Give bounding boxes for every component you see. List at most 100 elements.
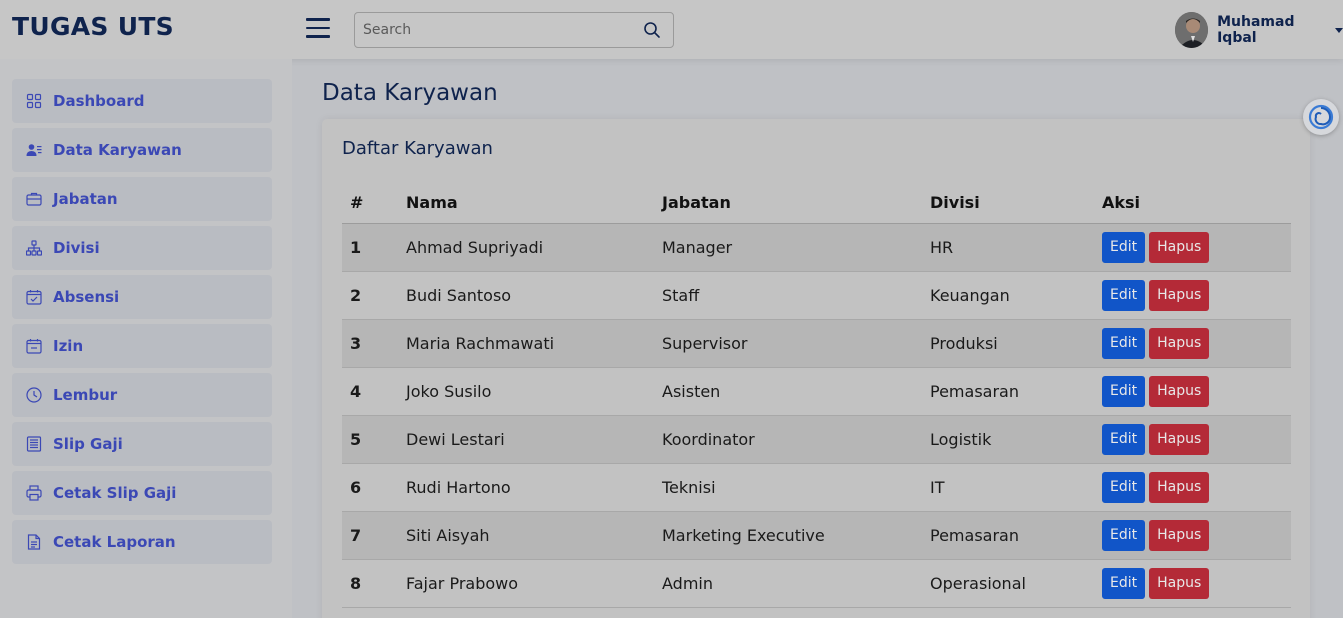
sidebar-item-divisi[interactable]: Divisi (12, 226, 272, 270)
edit-button[interactable]: Edit (1102, 375, 1146, 407)
document-icon (27, 534, 41, 550)
printer-icon (26, 485, 42, 501)
row-actions: Edit Hapus (1094, 511, 1291, 560)
chevron-down-icon (1335, 27, 1343, 33)
table-row: 7 Siti Aisyah Marketing Executive Pemasaran… (342, 511, 1291, 560)
column-header-nama: Nama (398, 182, 654, 224)
sidebar-item-label: Dashboard (53, 92, 145, 110)
row-number: 2 (342, 271, 398, 320)
row-actions: Edit Hapus (1094, 559, 1291, 608)
card-title: Daftar Karyawan (342, 138, 493, 159)
sidebar-item-label: Jabatan (53, 190, 118, 208)
edit-button[interactable]: Edit (1102, 567, 1146, 599)
row-number: 6 (342, 463, 398, 512)
sidebar-item-label: Izin (53, 337, 84, 355)
user-name: Muhamad Iqbal (1217, 14, 1295, 46)
grid-icon (26, 93, 42, 109)
column-header-divisi: Divisi (922, 182, 1094, 224)
search-bar (354, 12, 674, 48)
sidebar-item-data-karyawan[interactable]: Data Karyawan (12, 128, 272, 172)
receipt-icon (26, 436, 42, 452)
sidebar-item-label: Slip Gaji (53, 435, 123, 453)
table-row: 4 Joko Susilo Asisten Pemasaran Edit Hapus (342, 367, 1291, 416)
table-row: 3 Maria Rachmawati Supervisor Produksi Edit H… (342, 319, 1291, 368)
employee-division: Operasional (922, 559, 1094, 608)
assistant-float-button[interactable] (1303, 99, 1339, 135)
column-header-number: # (342, 182, 398, 224)
delete-button[interactable]: Hapus (1149, 375, 1210, 407)
sidebar-item-absensi[interactable]: Absensi (12, 275, 272, 319)
employee-division: Pemasaran (922, 511, 1094, 560)
employee-position: Teknisi (654, 463, 922, 512)
app-logo[interactable]: TUGAS UTS (12, 12, 174, 41)
employee-division: Produksi (922, 319, 1094, 368)
delete-button[interactable]: Hapus (1149, 423, 1210, 455)
row-number: 3 (342, 319, 398, 368)
edit-button[interactable]: Edit (1102, 471, 1146, 503)
employee-position: Koordinator (654, 415, 922, 464)
employee-position: Marketing Executive (654, 511, 922, 560)
employee-division: HR (922, 223, 1094, 272)
spiral-icon (1308, 104, 1334, 130)
sidebar-item-label: Absensi (53, 288, 120, 306)
row-actions: Edit Hapus (1094, 463, 1291, 512)
employee-division: Logistik (922, 415, 1094, 464)
row-actions: Edit Hapus (1094, 415, 1291, 464)
sidebar: Dashboard Data Karyawan Jabatan Divisi A… (0, 59, 292, 618)
sidebar-item-dashboard[interactable]: Dashboard (12, 79, 272, 123)
table-row: 1 Ahmad Supriyadi Manager HR Edit Hapus (342, 223, 1291, 272)
sidebar-item-label: Divisi (53, 239, 100, 257)
table-row: 5 Dewi Lestari Koordinator Logistik Edit Hapu… (342, 415, 1291, 464)
employee-table: # Nama Jabatan Divisi Aksi 1 Ahmad Supriy… (342, 182, 1291, 608)
sidebar-item-jabatan[interactable]: Jabatan (12, 177, 272, 221)
avatar (1175, 12, 1209, 48)
delete-button[interactable]: Hapus (1149, 327, 1210, 359)
row-number: 7 (342, 511, 398, 560)
table-row: 6 Rudi Hartono Teknisi IT Edit Hapus (342, 463, 1291, 512)
employee-division: IT (922, 463, 1094, 512)
employee-position: Manager (654, 223, 922, 272)
briefcase-icon (26, 192, 42, 206)
search-icon[interactable] (643, 21, 661, 39)
edit-button[interactable]: Edit (1102, 231, 1146, 263)
calendar-check-icon (26, 290, 42, 305)
employee-name: Fajar Prabowo (398, 559, 654, 608)
edit-button[interactable]: Edit (1102, 327, 1146, 359)
search-input[interactable] (355, 13, 625, 47)
row-actions: Edit Hapus (1094, 271, 1291, 320)
top-navbar: TUGAS UTS Muhamad Iqbal (0, 0, 1343, 59)
sidebar-item-cetak-laporan[interactable]: Cetak Laporan (12, 520, 272, 564)
delete-button[interactable]: Hapus (1149, 519, 1210, 551)
delete-button[interactable]: Hapus (1149, 567, 1210, 599)
row-actions: Edit Hapus (1094, 319, 1291, 368)
hamburger-menu-icon[interactable] (306, 18, 330, 40)
edit-button[interactable]: Edit (1102, 423, 1146, 455)
employee-position: Staff (654, 271, 922, 320)
employee-division: Keuangan (922, 271, 1094, 320)
sidebar-item-cetak-slip-gaji[interactable]: Cetak Slip Gaji (12, 471, 272, 515)
employee-position: Admin (654, 559, 922, 608)
employee-name: Dewi Lestari (398, 415, 654, 464)
edit-button[interactable]: Edit (1102, 279, 1146, 311)
clock-icon (26, 387, 42, 403)
column-header-aksi: Aksi (1094, 182, 1291, 224)
employee-name: Ahmad Supriyadi (398, 223, 654, 272)
employee-name: Siti Aisyah (398, 511, 654, 560)
row-number: 4 (342, 367, 398, 416)
sidebar-item-label: Cetak Laporan (53, 533, 176, 551)
delete-button[interactable]: Hapus (1149, 471, 1210, 503)
table-row: 8 Fajar Prabowo Admin Operasional Edit Hapus (342, 559, 1291, 608)
user-profile-dropdown[interactable]: Muhamad Iqbal (1175, 12, 1343, 48)
page-title: Data Karyawan (322, 80, 498, 106)
delete-button[interactable]: Hapus (1149, 279, 1210, 311)
sidebar-item-slip-gaji[interactable]: Slip Gaji (12, 422, 272, 466)
sidebar-item-izin[interactable]: Izin (12, 324, 272, 368)
delete-button[interactable]: Hapus (1149, 231, 1210, 263)
sidebar-item-lembur[interactable]: Lembur (12, 373, 272, 417)
calendar-icon (26, 339, 42, 354)
table-header-row: # Nama Jabatan Divisi Aksi (342, 182, 1291, 224)
employee-name: Budi Santoso (398, 271, 654, 320)
edit-button[interactable]: Edit (1102, 519, 1146, 551)
users-icon (26, 144, 42, 156)
sidebar-item-label: Lembur (53, 386, 118, 404)
